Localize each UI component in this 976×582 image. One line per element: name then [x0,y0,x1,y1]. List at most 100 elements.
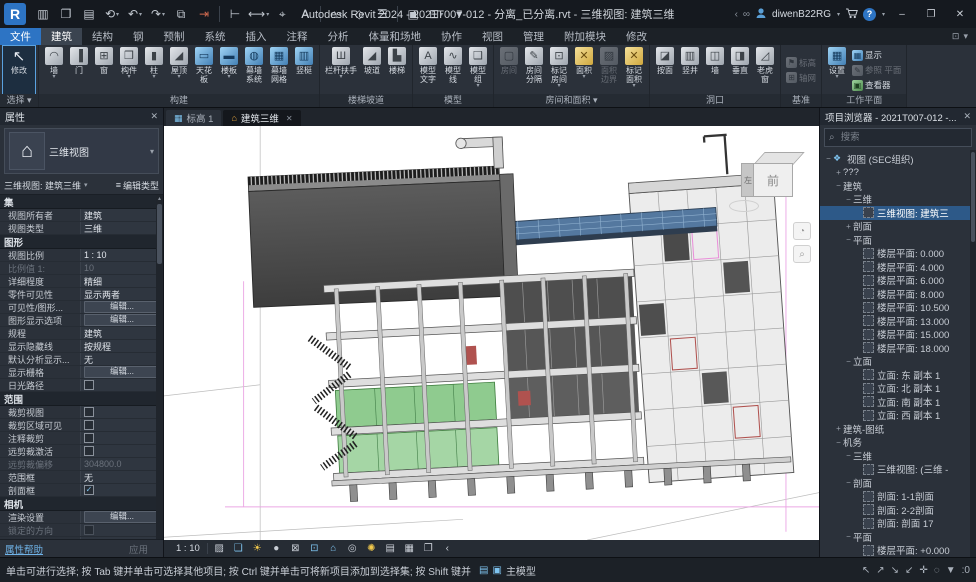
tree-item[interactable]: 楼层平面: +0.000 [820,544,976,558]
property-value[interactable]: 无 [80,471,163,483]
close-view-icon[interactable]: ✕ [286,114,293,123]
scroll-up-icon[interactable]: ▴ [158,195,161,202]
property-group-header[interactable]: 图形 [0,235,163,249]
viewcube-compass-ring[interactable] [729,200,759,212]
tree-expander[interactable]: − [844,478,853,487]
editable-only-icon[interactable]: ↖ [862,565,870,576]
edit-type-button[interactable]: ≡ 编辑类型 [116,179,159,192]
property-value[interactable]: 编辑... [80,314,163,326]
tree-item[interactable]: +建筑-图纸 [820,422,976,436]
viewcube-front-face[interactable]: 前 [753,163,793,197]
property-group-header[interactable]: 范围 [0,392,163,406]
property-value[interactable]: 正交 [80,537,163,539]
column-button[interactable]: ▮柱▾ [142,46,166,94]
ribbon-tab-file[interactable]: 文件 [0,28,41,45]
select-underlay-icon[interactable]: ↘ [891,565,899,576]
drag-on-selection-icon[interactable]: ✛ [919,565,927,576]
username[interactable]: diwenB22RG [772,9,831,20]
checkbox[interactable] [84,446,94,456]
close-button[interactable]: ✕ [948,3,972,25]
view-tab-1[interactable]: ⌂建筑三维✕ [223,110,300,126]
detail-level-icon[interactable]: ▨ [212,543,227,554]
redo-button[interactable]: ↷▾ [147,3,169,25]
design-options-control[interactable]: ▤ ▣ 主模型 [479,563,536,578]
aligned-dimension-button[interactable]: ⟷▾ [247,3,270,25]
ribbon-tab-annotate[interactable]: 注释 [277,28,318,45]
ribbon-tab-precast[interactable]: 预制 [154,28,195,45]
tree-expander[interactable]: − [844,451,853,460]
stair-button[interactable]: ▙楼梯 [385,46,409,94]
property-value[interactable] [80,406,163,418]
tree-item[interactable]: +??? [820,166,976,180]
tree-expander[interactable]: + [834,168,843,177]
steering-wheel-icon[interactable]: ◔ [793,222,811,240]
visual-style-icon[interactable]: ❏ [231,543,246,554]
thin-lines-button[interactable]: ☰ [371,3,393,25]
tree-item[interactable]: −三维 [820,449,976,463]
section-button[interactable]: ◇ [348,3,370,25]
save-button[interactable]: ▤ [78,3,100,25]
temporary-view-properties-icon[interactable]: ▤ [383,543,398,554]
tree-item[interactable]: 三维视图: 建筑三 [820,206,976,220]
ribbon-state-icon[interactable]: ⊡ [952,31,960,42]
search-icon[interactable]: ∞ [743,9,750,20]
qat-customize-button[interactable]: ▾ [448,3,470,25]
panel-label[interactable]: 楼梯坡道 [320,94,412,107]
tree-item[interactable]: 楼层平面: 18.000 [820,341,976,355]
tree-expander[interactable]: + [834,424,843,433]
curtain-grid-button[interactable]: ▦幕墙网格 [267,46,291,94]
wall-button[interactable]: ◠墙▾ [42,46,66,94]
checkbox[interactable] [84,420,94,430]
crop-view-icon[interactable]: ⊠ [288,543,303,554]
curtain-system-button[interactable]: ◍幕墙系统 [242,46,266,94]
wall-opening-button[interactable]: ◫墙 [703,46,727,94]
panel-label[interactable]: 选择 ▾ [0,94,38,107]
model-group-button[interactable]: ❑模型组▾ [466,46,490,94]
ribbon-tab-steel[interactable]: 钢 [123,28,154,45]
browser-scroll-handle[interactable] [971,152,975,242]
property-value[interactable]: 精细 [80,275,163,287]
property-value[interactable] [80,445,163,457]
properties-close-icon[interactable]: ✕ [150,111,158,122]
tree-expander[interactable]: − [844,357,853,366]
design-options-icon[interactable]: ▣ [492,565,501,576]
checkbox[interactable] [84,380,94,390]
transfer-standards-button[interactable]: ⇥ [193,3,215,25]
roof-button[interactable]: ◢屋顶▾ [167,46,191,94]
browser-close-icon[interactable]: ✕ [959,111,971,122]
ribbon-tab-systems[interactable]: 系统 [195,28,236,45]
tree-item[interactable]: 剖面: 2-2剖面 [820,503,976,517]
component-button[interactable]: ❒构件▾ [117,46,141,94]
viewcube[interactable]: 左 前 [739,152,805,214]
displace-elements-icon[interactable]: ❐ [421,543,436,554]
text-button[interactable]: A [294,3,316,25]
ribbon-tab-insert[interactable]: 插入 [236,28,277,45]
worksharing-display-icon[interactable]: ▦ [402,543,417,554]
ribbon-tab-modify[interactable]: 修改 [616,28,657,45]
instance-label[interactable]: 三维视图: 建筑三维 [4,179,81,192]
area-button[interactable]: ✕面积▾ [572,46,596,94]
shadows-icon[interactable]: ● [269,543,284,554]
property-value[interactable] [80,432,163,444]
tree-item[interactable]: 立面: 北 副本 1 [820,382,976,396]
tree-expander[interactable]: − [844,195,853,204]
type-selector[interactable]: ⌂ 三维视图 ▾ [4,128,159,174]
select-pinned-icon[interactable]: ↙ [905,565,913,576]
undo-button[interactable]: ↶▾ [124,3,146,25]
browser-search[interactable]: ⌕ [824,128,972,147]
select-links-icon[interactable]: ↗ [876,565,884,576]
property-value[interactable]: 建筑 [80,327,163,339]
tree-item[interactable]: 立面: 西 副本 1 [820,409,976,423]
sync-button[interactable]: ⟲▾ [101,3,123,25]
panel-label[interactable]: 洞口 [650,94,780,107]
property-value[interactable] [80,419,163,431]
tree-item[interactable]: 楼层平面: 0.000 [820,247,976,261]
checkbox[interactable] [84,433,94,443]
reveal-hidden-elements-icon[interactable]: ✺ [364,543,379,554]
property-group-header[interactable]: 相机 [0,497,163,511]
tree-item[interactable]: −建筑 [820,179,976,193]
tree-expander[interactable]: − [844,532,853,541]
tree-item[interactable]: 三维视图: (三维 - [820,463,976,477]
collapse-icon[interactable]: ‹ [735,9,738,20]
window-button[interactable]: ⊞窗 [92,46,116,94]
